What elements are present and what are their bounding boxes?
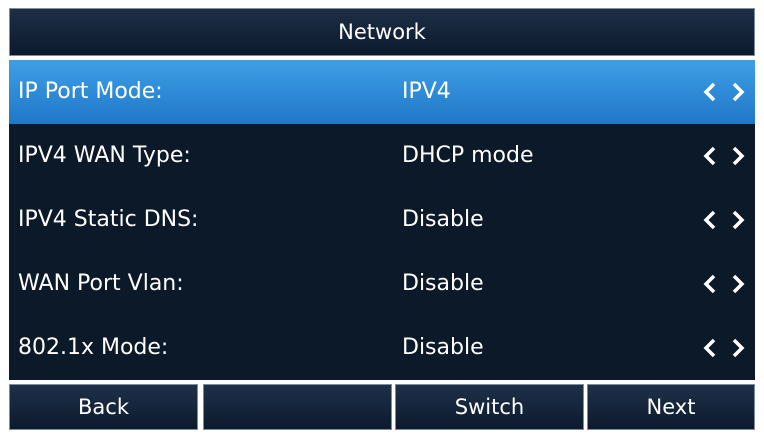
value-selector <box>699 146 749 166</box>
setting-row-wan-port-vlan[interactable]: WAN Port Vlan: Disable <box>9 252 755 316</box>
value-selector <box>699 274 749 294</box>
setting-row-ip-port-mode[interactable]: IP Port Mode: IPV4 <box>9 60 755 124</box>
setting-label: WAN Port Vlan: <box>18 271 184 296</box>
switch-button-label: Switch <box>454 395 525 419</box>
phone-screen: Network IP Port Mode: IPV4 IPV4 WAN Type… <box>0 0 764 436</box>
setting-label: IPV4 WAN Type: <box>18 143 191 168</box>
empty-softkey[interactable] <box>203 384 392 430</box>
chevron-right-icon[interactable] <box>731 210 745 230</box>
chevron-left-icon[interactable] <box>703 146 717 166</box>
setting-value: Disable <box>402 271 484 296</box>
setting-label: IP Port Mode: <box>18 79 163 104</box>
back-button-label: Back <box>78 395 129 419</box>
setting-label: 802.1x Mode: <box>18 335 169 360</box>
chevron-left-icon[interactable] <box>703 210 717 230</box>
back-button[interactable]: Back <box>9 384 198 430</box>
setting-label: IPV4 Static DNS: <box>18 207 199 232</box>
chevron-right-icon[interactable] <box>731 338 745 358</box>
chevron-right-icon[interactable] <box>731 82 745 102</box>
page-title: Network <box>338 20 426 44</box>
softkey-bar: Back Switch Next <box>9 384 755 430</box>
chevron-left-icon[interactable] <box>703 274 717 294</box>
chevron-right-icon[interactable] <box>731 274 745 294</box>
settings-list: IP Port Mode: IPV4 IPV4 WAN Type: DHCP m… <box>9 60 755 380</box>
page-title-bar: Network <box>9 8 755 56</box>
chevron-left-icon[interactable] <box>703 82 717 102</box>
value-selector <box>699 338 749 358</box>
value-selector <box>699 210 749 230</box>
chevron-left-icon[interactable] <box>703 338 717 358</box>
chevron-right-icon[interactable] <box>731 146 745 166</box>
next-button-label: Next <box>646 395 696 419</box>
setting-value: Disable <box>402 335 484 360</box>
setting-value: IPV4 <box>402 79 451 104</box>
setting-row-ipv4-static-dns[interactable]: IPV4 Static DNS: Disable <box>9 188 755 252</box>
setting-row-8021x-mode[interactable]: 802.1x Mode: Disable <box>9 316 755 380</box>
setting-row-ipv4-wan-type[interactable]: IPV4 WAN Type: DHCP mode <box>9 124 755 188</box>
setting-value: Disable <box>402 207 484 232</box>
setting-value: DHCP mode <box>402 143 534 168</box>
switch-button[interactable]: Switch <box>395 384 584 430</box>
next-button[interactable]: Next <box>587 384 755 430</box>
value-selector <box>699 82 749 102</box>
